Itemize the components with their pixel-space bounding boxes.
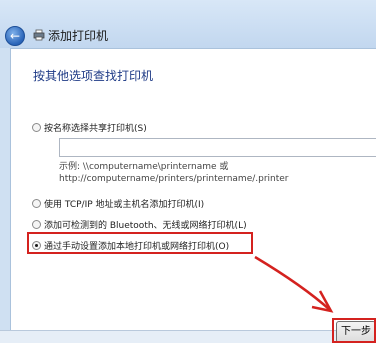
- example-line-2: http://computername/printers/printername…: [59, 174, 289, 184]
- example-text: 示例: \\computername\printername 或 http://…: [59, 161, 289, 185]
- example-line-1: 示例: \\computername\printername 或: [59, 162, 229, 172]
- option-label: 通过手动设置添加本地打印机或网络打印机(O): [44, 242, 230, 252]
- radio-bluetooth-wireless[interactable]: [32, 220, 41, 229]
- back-arrow-icon[interactable]: ←: [5, 26, 25, 46]
- option-label: 按名称选择共享打印机(S): [44, 124, 147, 134]
- option-tcp-ip[interactable]: 使用 TCP/IP 地址或主机名添加打印机(I): [32, 197, 204, 210]
- window-title: 添加打印机: [48, 29, 109, 43]
- radio-tcp-ip[interactable]: [32, 199, 41, 208]
- title-bar: ← 添加打印机: [0, 0, 376, 48]
- option-label: 使用 TCP/IP 地址或主机名添加打印机(I): [44, 200, 205, 210]
- page-heading: 按其他选项查找打印机: [33, 69, 154, 83]
- option-bluetooth-wireless[interactable]: 添加可检测到的 Bluetooth、无线或网络打印机(L): [32, 218, 247, 231]
- next-highlight-annotation: [332, 318, 376, 343]
- wizard-content: 按其他选项查找打印机 按名称选择共享打印机(S) 示例: \\computern…: [10, 48, 376, 330]
- footer-bar: [0, 330, 376, 343]
- option-share-by-name[interactable]: 按名称选择共享打印机(S): [32, 121, 147, 134]
- option-manual-local[interactable]: 通过手动设置添加本地打印机或网络打印机(O): [32, 239, 229, 252]
- printer-name-input[interactable]: [59, 138, 376, 157]
- printer-icon: [33, 29, 45, 41]
- option-label: 添加可检测到的 Bluetooth、无线或网络打印机(L): [44, 221, 247, 231]
- radio-manual-local[interactable]: [32, 241, 41, 250]
- radio-share-by-name[interactable]: [32, 123, 41, 132]
